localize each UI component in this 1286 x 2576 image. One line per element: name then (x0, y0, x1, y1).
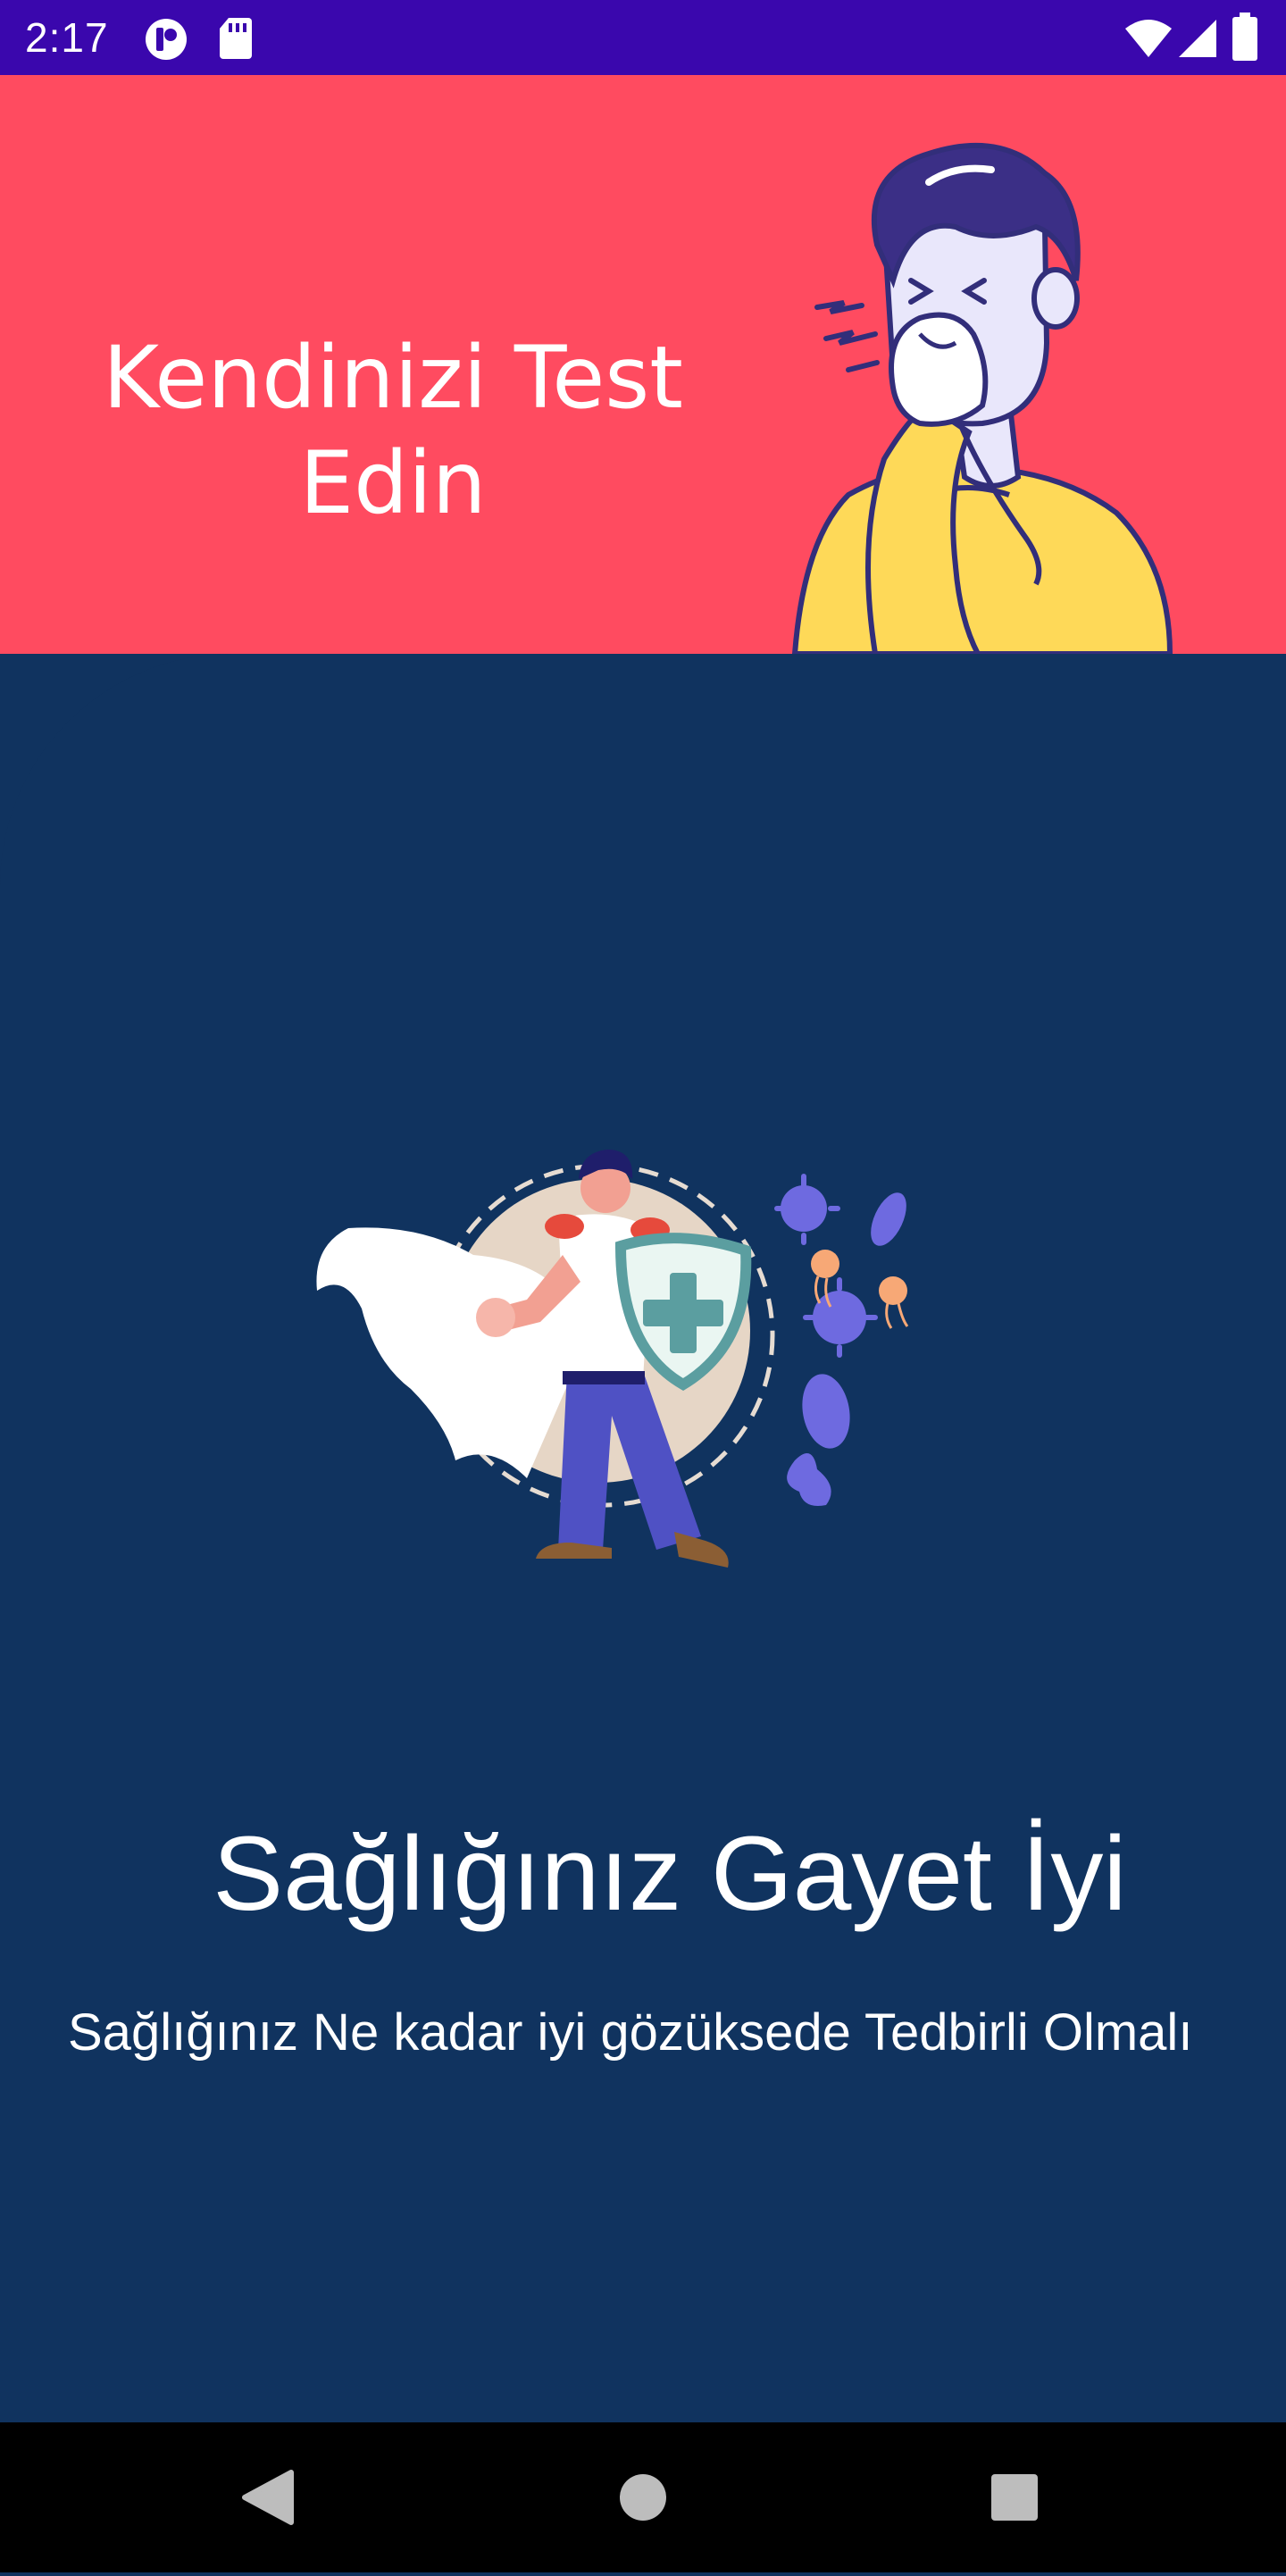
status-bar: 2:17 (0, 0, 1286, 75)
battery-icon (1232, 13, 1257, 64)
sneezing-man-illustration (791, 142, 1173, 656)
back-button[interactable] (198, 2422, 341, 2572)
hero-shield-vs-viruses-illustration (316, 1150, 909, 1568)
back-icon (242, 2470, 294, 2525)
nav-bar (0, 2422, 1286, 2572)
cell-signal-icon (1177, 18, 1218, 63)
wifi-icon (1123, 18, 1173, 63)
header-banner: Kendinizi Test Edin (0, 75, 1286, 656)
home-icon (620, 2474, 666, 2521)
recents-icon (991, 2474, 1038, 2521)
page-title: Kendinizi Test Edin (103, 328, 683, 533)
sd-card-icon (218, 16, 254, 64)
result-subtext: Sağlığınız Ne kadar iyi gözüksede Tedbir… (68, 2003, 1193, 2062)
result-heading: Sağlığınız Gayet İyi (213, 1815, 1127, 1933)
app-notification-icon (143, 16, 189, 66)
recents-button[interactable] (943, 2422, 1086, 2572)
home-button[interactable] (572, 2422, 714, 2572)
status-time: 2:17 (25, 14, 109, 61)
